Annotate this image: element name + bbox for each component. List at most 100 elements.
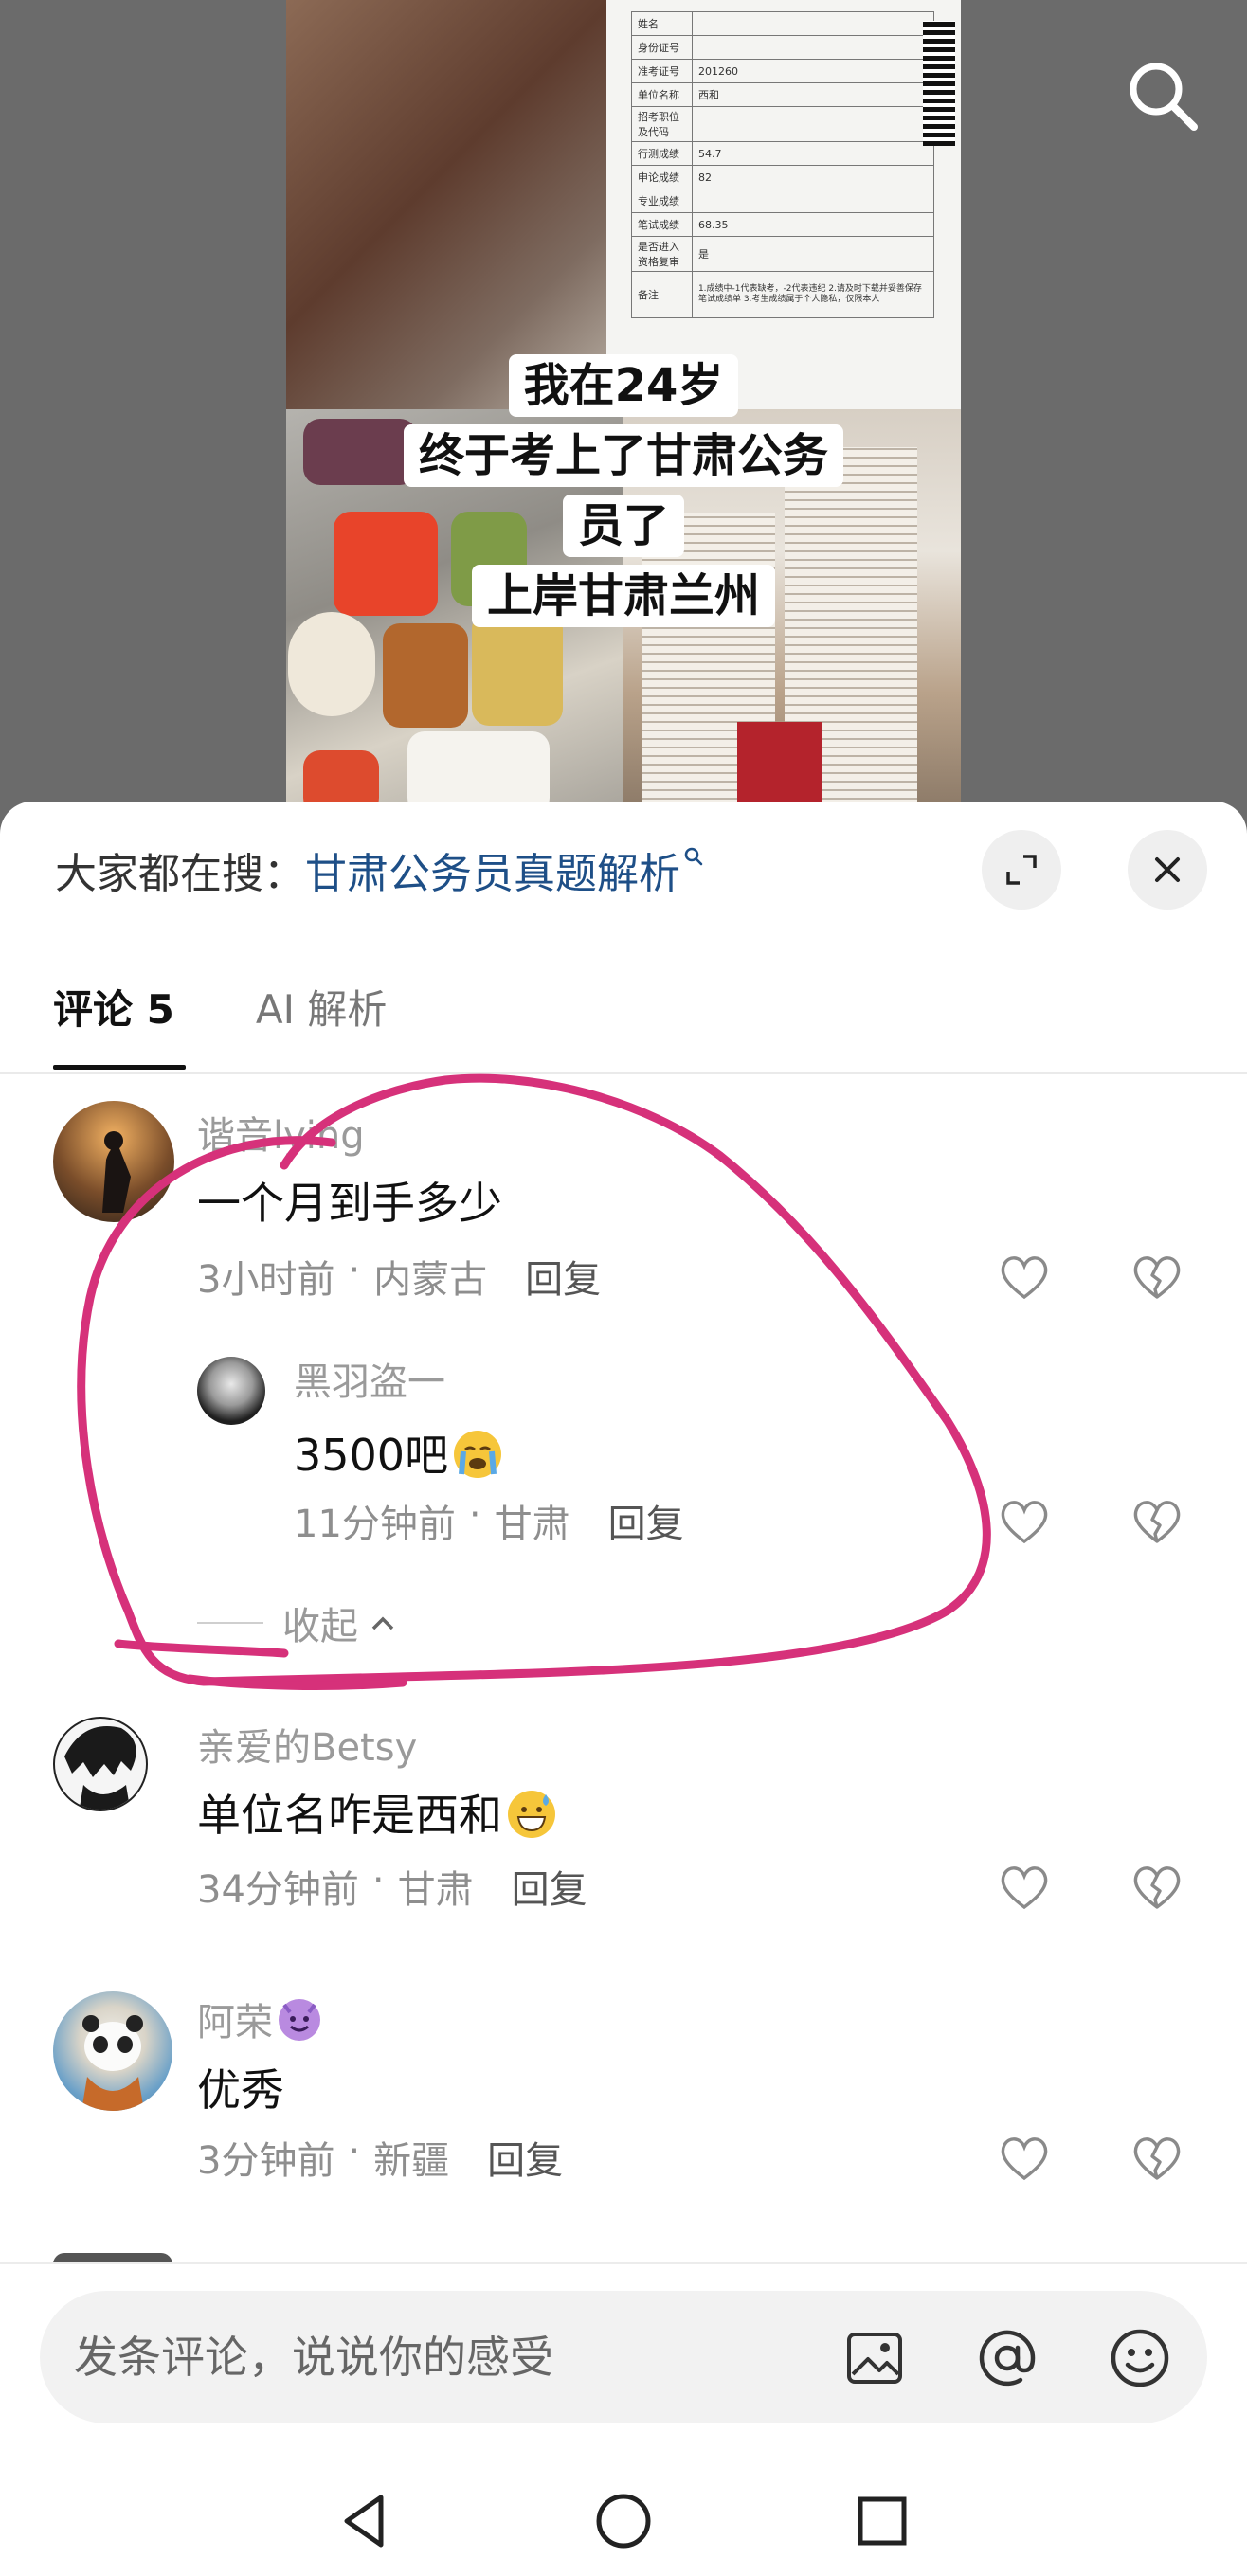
video-caption: 我在24岁 终于考上了甘肃公务 员了 上岸甘肃兰州 (0, 349, 1247, 629)
comment-username[interactable]: 亲爱的Betsy (197, 1717, 417, 1772)
avatar[interactable] (53, 1101, 174, 1222)
doc-cell: 1.成绩中-1代表缺考，-2代表违纪 2.请及时下载并妥善保存笔试成绩单 3.考… (691, 271, 935, 318)
like-icon[interactable] (995, 1491, 1054, 1550)
chevron-up-icon (371, 1616, 394, 1630)
meta-separator: · (371, 1859, 385, 1902)
caption-line: 员了 (562, 495, 684, 557)
comment-input-placeholder: 发条评论，说说你的感受 (74, 2332, 553, 2383)
comment-meta: 3小时前 · 内蒙古 回复 (197, 1249, 601, 1304)
expand-button[interactable] (982, 830, 1061, 910)
dislike-icon[interactable] (1128, 2128, 1186, 2187)
doc-cell: 单位名称 (631, 82, 693, 107)
comment-time: 3小时前 (197, 1258, 335, 1302)
comment-meta: 34分钟前 · 甘肃 回复 (197, 1859, 587, 1914)
doc-cell: 是 (691, 236, 935, 272)
system-navigation-bar (0, 2463, 1247, 2576)
reply-time: 11分钟前 (294, 1503, 456, 1546)
doc-cell: 申论成绩 (631, 165, 693, 189)
divider (0, 1072, 1247, 1074)
divider (0, 2262, 1247, 2264)
trending-label: 大家都在搜： (55, 850, 305, 898)
doc-cell: 西和 (691, 82, 935, 107)
doc-cell: 备注 (631, 271, 693, 318)
emoji-icon[interactable] (1109, 2327, 1171, 2389)
comment-username[interactable]: 谐音lying (197, 1105, 365, 1160)
like-icon[interactable] (995, 1857, 1054, 1916)
expand-icon (1006, 855, 1037, 885)
doc-cell: 行测成绩 (631, 141, 693, 166)
dislike-icon[interactable] (1128, 1491, 1186, 1550)
doc-cell: 201260 (691, 59, 935, 83)
home-icon[interactable] (590, 2488, 657, 2554)
divider (197, 1622, 263, 1624)
reply-location: 甘肃 (494, 1503, 570, 1546)
caption-line: 终于考上了甘肃公务 (403, 424, 843, 487)
image-icon[interactable] (843, 2327, 906, 2389)
dislike-icon[interactable] (1128, 1247, 1186, 1306)
doc-cell (691, 35, 935, 60)
back-icon[interactable] (332, 2488, 398, 2554)
like-icon[interactable] (995, 1247, 1054, 1306)
recents-icon[interactable] (849, 2488, 915, 2554)
loudly-crying-emoji (454, 1431, 502, 1478)
comment-username[interactable]: 阿荣 (197, 1991, 320, 2046)
comment-location: 内蒙古 (373, 1258, 488, 1302)
tab-comments[interactable]: 评论 5 (53, 978, 174, 1036)
comment-location: 甘肃 (397, 1868, 474, 1912)
comment-time: 3分钟前 (197, 2139, 335, 2183)
reply-button[interactable]: 回复 (512, 1859, 587, 1914)
score-table: 姓名 身份证号 准考证号 201260 单位名称 西和 招考职位及代码 行测成绩 54… (631, 11, 935, 318)
username-text: 阿荣 (197, 2001, 273, 2045)
comment-input[interactable]: 发条评论，说说你的感受 (40, 2291, 1207, 2423)
close-icon (1155, 857, 1180, 882)
caption-line: 上岸甘肃兰州 (471, 565, 775, 627)
reply-button[interactable]: 回复 (487, 2130, 563, 2185)
comment-time: 34分钟前 (197, 1868, 359, 1912)
trending-search[interactable]: 大家都在搜： 甘肃公务员真题解析 (55, 839, 705, 900)
doc-cell (691, 11, 935, 36)
doc-cell (691, 106, 935, 142)
tab-ai-analysis[interactable]: AI 解析 (256, 978, 387, 1036)
video-background[interactable]: 姓名 身份证号 准考证号 201260 单位名称 西和 招考职位及代码 行测成绩 54… (0, 0, 1247, 834)
doc-cell: 身份证号 (631, 35, 693, 60)
avatar[interactable] (53, 1991, 172, 2111)
avatar[interactable] (53, 1717, 148, 1811)
meta-separator: · (348, 1249, 361, 1292)
collapse-label: 收起 (282, 1605, 358, 1648)
comment-location: 新疆 (373, 2139, 450, 2183)
tab-indicator (53, 1065, 186, 1070)
doc-cell (691, 189, 935, 213)
at-icon[interactable] (976, 2327, 1039, 2389)
dislike-icon[interactable] (1128, 1857, 1186, 1916)
comment-meta: 3分钟前 · 新疆 回复 (197, 2130, 563, 2185)
reply-username[interactable]: 黑羽盗一 (294, 1351, 445, 1406)
trending-query-link[interactable]: 甘肃公务员真题解析 (305, 839, 680, 900)
like-icon[interactable] (995, 2128, 1054, 2187)
qr-code-icon (923, 21, 955, 146)
doc-cell: 姓名 (631, 11, 693, 36)
doc-cell: 是否进入资格复审 (631, 236, 693, 272)
doc-cell: 招考职位及代码 (631, 106, 693, 142)
meta-separator: · (348, 2130, 361, 2173)
collapse-replies-button[interactable]: 收起 (197, 1595, 400, 1650)
search-icon[interactable] (1120, 53, 1205, 138)
comment-text: 单位名咋是西和 (197, 1781, 555, 1844)
caption-line: 我在24岁 (508, 354, 739, 417)
comment-text: 一个月到手多少 (197, 1178, 502, 1229)
avatar[interactable] (197, 1357, 265, 1425)
grinning-sweat-emoji (508, 1791, 555, 1838)
reply-button[interactable]: 回复 (608, 1493, 684, 1548)
search-icon (682, 845, 705, 874)
smiling-devil-emoji (279, 1999, 320, 2041)
reply-button[interactable]: 回复 (525, 1249, 601, 1304)
comment-text-content: 单位名咋是西和 (197, 1790, 502, 1841)
tab-bar: 评论 5 AI 解析 (53, 978, 387, 1036)
comment-text: 优秀 (197, 2064, 284, 2116)
reply-text-content: 3500吧 (294, 1430, 449, 1481)
doc-cell: 专业成绩 (631, 189, 693, 213)
doc-cell: 82 (691, 165, 935, 189)
close-button[interactable] (1128, 830, 1207, 910)
reply-meta: 11分钟前 · 甘肃 回复 (294, 1493, 684, 1548)
doc-cell: 笔试成绩 (631, 212, 693, 237)
reply-text: 3500吧 (294, 1421, 502, 1484)
